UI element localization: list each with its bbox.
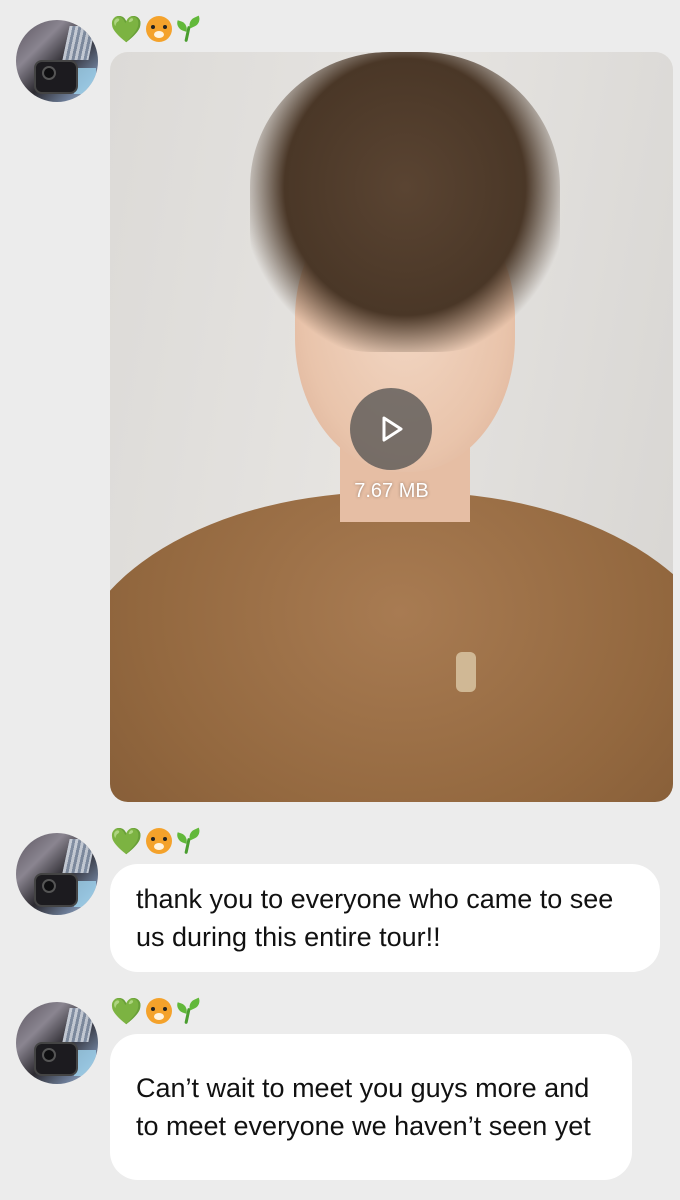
- message-text: thank you to everyone who came to see us…: [136, 884, 614, 952]
- video-file-size: 7.67 MB: [354, 480, 429, 502]
- green-heart-icon: 💚: [110, 14, 143, 44]
- message-bubble[interactable]: thank you to everyone who came to see us…: [110, 864, 660, 972]
- seedling-icon: [175, 827, 203, 855]
- seedling-icon: [175, 997, 203, 1025]
- sender-name: 💚: [110, 996, 203, 1026]
- avatar[interactable]: [16, 833, 98, 915]
- tiger-face-icon: [146, 998, 173, 1024]
- seedling-icon: [175, 15, 203, 43]
- avatar[interactable]: [16, 1002, 98, 1084]
- video-thumbnail[interactable]: 7.67 MB: [110, 52, 673, 802]
- tiger-face-icon: [146, 16, 173, 42]
- avatar[interactable]: [16, 20, 98, 102]
- play-icon: [382, 416, 403, 442]
- chat-screen: 💚 7.67 MB 💚 thank you to everyone who ca…: [0, 0, 680, 1200]
- play-button[interactable]: [350, 388, 432, 470]
- sender-name: 💚: [110, 14, 203, 44]
- green-heart-icon: 💚: [110, 826, 143, 856]
- message-text: Can’t wait to meet you guys more and to …: [136, 1073, 591, 1141]
- green-heart-icon: 💚: [110, 996, 143, 1026]
- message-bubble[interactable]: Can’t wait to meet you guys more and to …: [110, 1034, 632, 1180]
- tiger-face-icon: [146, 828, 173, 854]
- sender-name: 💚: [110, 826, 203, 856]
